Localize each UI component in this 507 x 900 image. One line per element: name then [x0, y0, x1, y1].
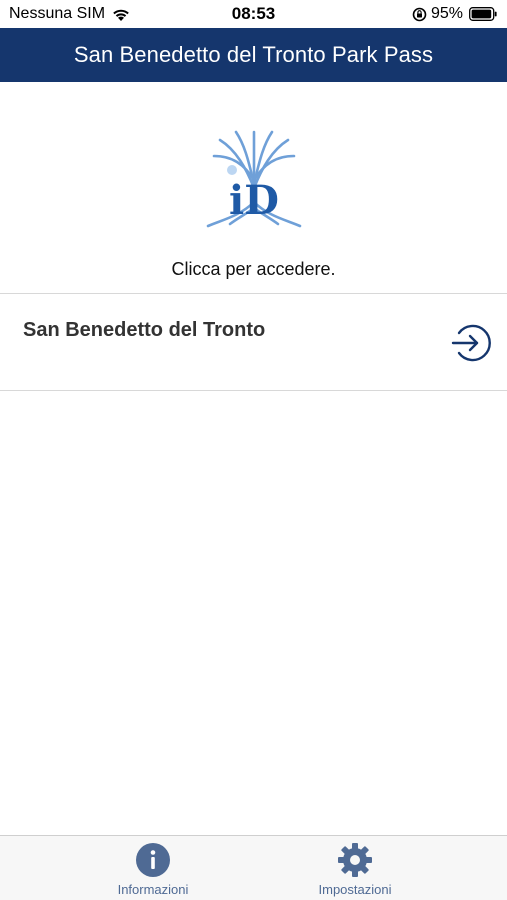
battery-icon — [469, 7, 497, 21]
city-name: San Benedetto del Tronto — [23, 319, 266, 341]
page-title: San Benedetto del Tronto Park Pass — [73, 42, 434, 67]
status-right: 95% — [412, 5, 497, 23]
content-area — [0, 392, 507, 835]
info-icon — [136, 843, 170, 877]
tab-informazioni[interactable]: Informazioni — [53, 836, 253, 900]
list-item-city[interactable]: San Benedetto del Tronto — [0, 294, 507, 391]
nav-bar: San Benedetto del Tronto Park Pass — [0, 28, 507, 82]
logo-text: iD — [229, 177, 279, 224]
login-area[interactable]: iD Clicca per accedere. — [0, 82, 507, 294]
tab-label: Informazioni — [117, 882, 189, 897]
tab-impostazioni[interactable]: Impostazioni — [255, 836, 455, 900]
tab-bar: Informazioni Impostazioni — [0, 835, 507, 900]
orientation-lock-icon — [412, 7, 427, 21]
sign-in-icon[interactable] — [449, 322, 491, 364]
tab-label: Impostazioni — [318, 882, 392, 897]
status-bar: Nessuna SIM 08:53 95% — [0, 0, 507, 28]
id-logo[interactable]: iD — [200, 128, 308, 232]
battery-percent: 95% — [430, 5, 463, 22]
gear-icon — [338, 843, 372, 877]
login-hint: Clicca per accedere. — [171, 259, 336, 279]
